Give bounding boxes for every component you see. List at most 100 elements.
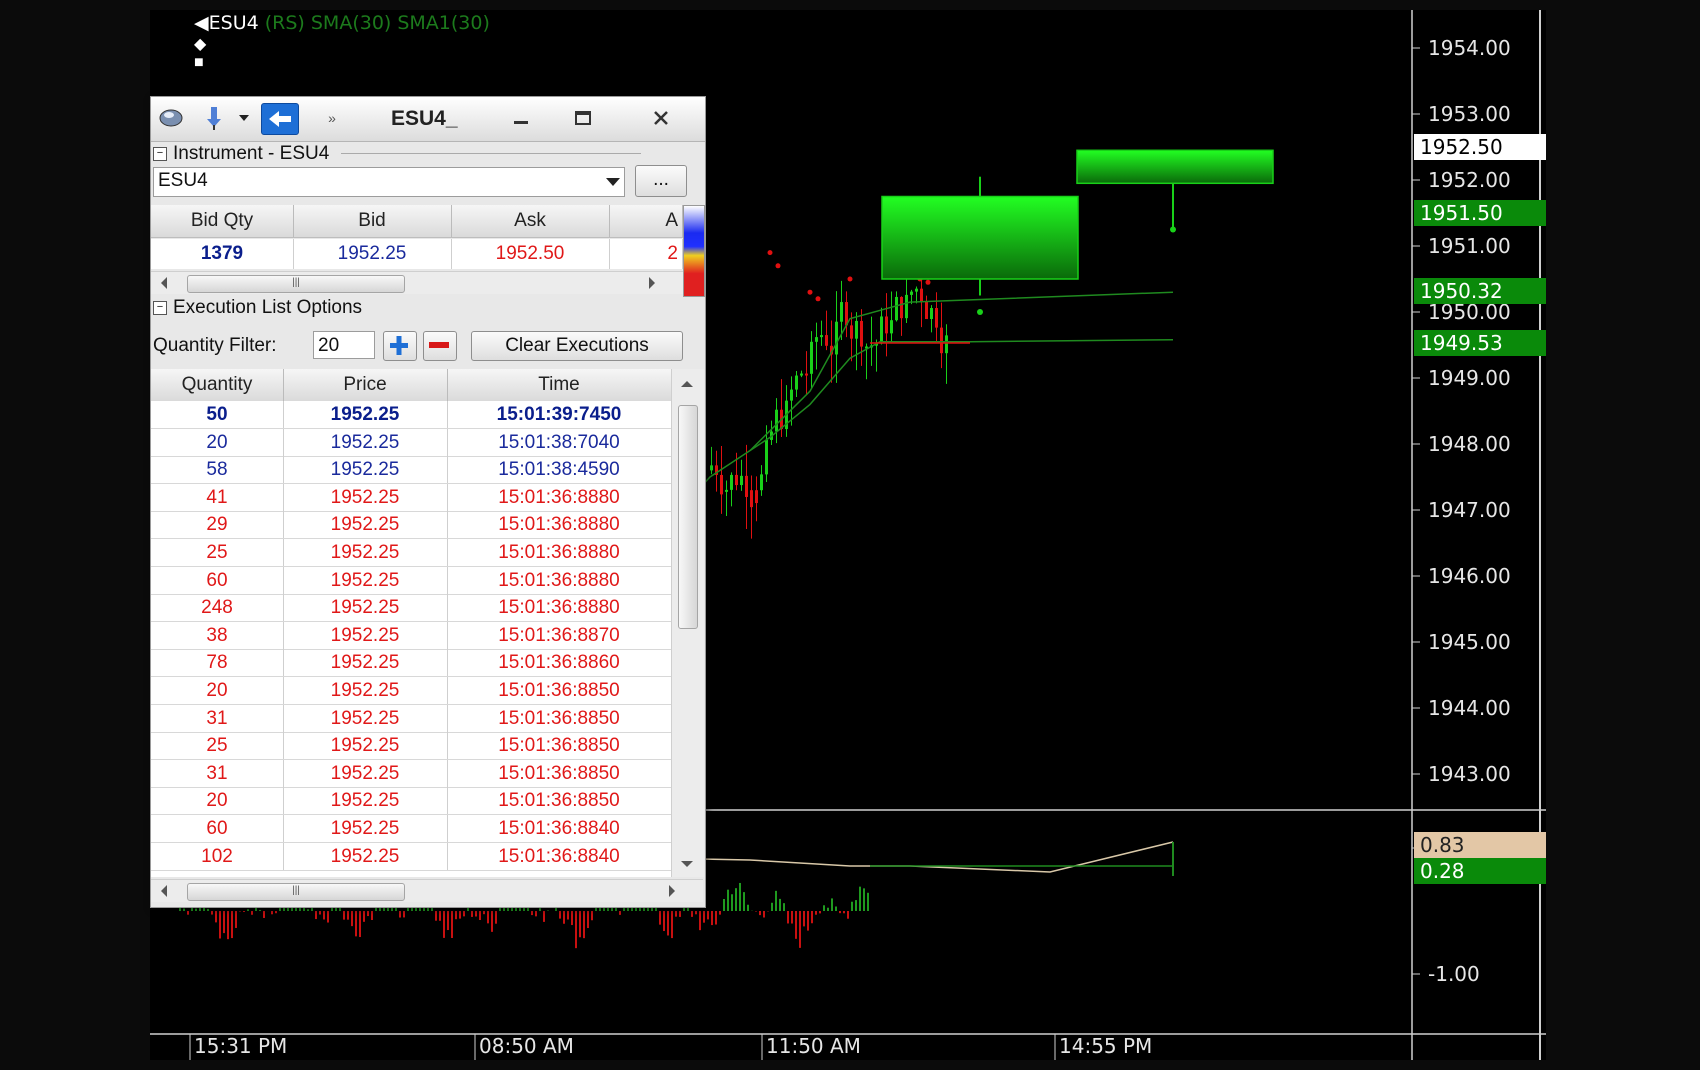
back-arrow-icon[interactable] bbox=[261, 103, 299, 135]
price-tag: 1952.50 bbox=[1414, 134, 1546, 160]
candle-body bbox=[720, 474, 723, 495]
instrument-section-header[interactable]: − Instrument - ESU4 bbox=[153, 143, 641, 165]
book-header: Bid Qty Bid Ask A bbox=[151, 205, 683, 238]
col-quantity[interactable]: Quantity bbox=[151, 369, 284, 401]
execution-time: 15:01:36:8850 bbox=[498, 762, 620, 784]
scroll-down-icon[interactable] bbox=[681, 861, 693, 867]
candle-body bbox=[930, 308, 933, 320]
execution-header: Quantity Price Time bbox=[151, 369, 671, 402]
browse-instrument-button[interactable]: ... bbox=[635, 165, 687, 197]
bid-price: 1952.25 bbox=[293, 239, 452, 269]
signal-dot bbox=[815, 296, 821, 302]
scroll-up-icon[interactable] bbox=[681, 381, 693, 387]
legend-study: (RS) SMA(30) SMA1(30) bbox=[264, 12, 490, 34]
scroll-left-icon[interactable] bbox=[161, 277, 167, 289]
execution-row[interactable]: 25 1952.25 15:01:36:8850 bbox=[151, 732, 671, 761]
signal-dot bbox=[925, 279, 931, 285]
execution-row[interactable]: 20 1952.25 15:01:38:7040 bbox=[151, 428, 671, 457]
execution-time: 15:01:38:4590 bbox=[498, 459, 620, 481]
decrease-filter-button[interactable] bbox=[423, 331, 457, 361]
candle-body bbox=[790, 389, 793, 401]
col-ask-qty[interactable]: A bbox=[609, 205, 683, 237]
execution-quantity: 102 bbox=[151, 842, 284, 870]
scroll-right-icon[interactable] bbox=[669, 885, 675, 897]
scroll-thumb[interactable]: ||| bbox=[187, 883, 405, 901]
candle-body bbox=[820, 335, 823, 338]
ask-qty: 2 bbox=[609, 239, 683, 269]
scroll-thumb[interactable] bbox=[678, 405, 698, 629]
candle-body bbox=[860, 320, 863, 347]
execution-row[interactable]: 58 1952.25 15:01:38:4590 bbox=[151, 456, 671, 485]
candle-body bbox=[1076, 149, 1274, 185]
execution-row[interactable]: 60 1952.25 15:01:36:8880 bbox=[151, 566, 671, 595]
execution-row[interactable]: 20 1952.25 15:01:36:8850 bbox=[151, 677, 671, 705]
execution-row[interactable]: 38 1952.25 15:01:36:8870 bbox=[151, 621, 671, 650]
execution-row[interactable]: 41 1952.25 15:01:36:8880 bbox=[151, 483, 671, 512]
execution-row[interactable]: 248 1952.25 15:01:36:8880 bbox=[151, 594, 671, 623]
candle-body bbox=[945, 335, 948, 354]
collapse-icon[interactable]: − bbox=[153, 300, 167, 315]
execution-row[interactable]: 102 1952.25 15:01:36:8840 bbox=[151, 842, 671, 871]
dropdown-arrow-icon[interactable] bbox=[235, 103, 253, 133]
close-icon[interactable] bbox=[645, 103, 677, 133]
execution-row[interactable]: 50 1952.25 15:01:39:7450 bbox=[151, 401, 671, 429]
candle-body bbox=[880, 316, 883, 344]
candle-body bbox=[745, 475, 748, 497]
instrument-select[interactable]: ESU4 bbox=[153, 167, 625, 197]
col-bid-qty[interactable]: Bid Qty bbox=[151, 205, 294, 237]
candle-body bbox=[935, 308, 938, 328]
time-and-sales-window[interactable]: » ESU4_ − Instrument - ESU4 ESU4 ... Bid … bbox=[150, 96, 706, 908]
time-tick-label: 11:50 AM bbox=[766, 1034, 861, 1058]
candle-body bbox=[850, 325, 853, 339]
gem-icon[interactable] bbox=[155, 103, 187, 133]
execution-row[interactable]: 20 1952.25 15:01:36:8850 bbox=[151, 787, 671, 816]
execution-row[interactable]: 29 1952.25 15:01:36:8880 bbox=[151, 511, 671, 540]
collapse-icon[interactable]: − bbox=[153, 146, 167, 161]
square-icon: ■ bbox=[194, 54, 204, 71]
book-hscroll[interactable]: ||| bbox=[151, 271, 683, 294]
execution-hscroll[interactable]: ||| bbox=[151, 879, 703, 902]
pin-icon[interactable] bbox=[199, 103, 229, 133]
minimize-icon[interactable] bbox=[505, 103, 537, 133]
clear-executions-button[interactable]: Clear Executions bbox=[471, 331, 683, 361]
col-price[interactable]: Price bbox=[283, 369, 448, 401]
ask-price: 1952.50 bbox=[451, 239, 610, 269]
price-tick-label: 1951.00 bbox=[1428, 234, 1511, 258]
candle-body bbox=[710, 465, 713, 471]
col-time[interactable]: Time bbox=[447, 369, 671, 401]
candle-body bbox=[750, 490, 753, 508]
execution-row[interactable]: 60 1952.25 15:01:36:8840 bbox=[151, 815, 671, 843]
more-icon[interactable]: » bbox=[321, 103, 343, 133]
execution-vscroll[interactable] bbox=[671, 369, 704, 877]
price-tick-label: 1945.00 bbox=[1428, 630, 1511, 654]
maximize-icon[interactable] bbox=[567, 103, 599, 133]
candle-body bbox=[900, 296, 903, 319]
execution-row[interactable]: 78 1952.25 15:01:36:8860 bbox=[151, 649, 671, 678]
execution-row[interactable]: 25 1952.25 15:01:36:8880 bbox=[151, 539, 671, 567]
execution-price: 1952.25 bbox=[283, 621, 448, 649]
execution-row[interactable]: 31 1952.25 15:01:36:8850 bbox=[151, 759, 671, 788]
execution-quantity: 31 bbox=[151, 704, 284, 732]
scroll-left-icon[interactable] bbox=[161, 885, 167, 897]
price-tick-label: 1952.00 bbox=[1428, 168, 1511, 192]
col-bid[interactable]: Bid bbox=[293, 205, 452, 237]
chevron-down-icon[interactable] bbox=[606, 178, 620, 186]
book-row[interactable]: 1379 1952.25 1952.50 2 bbox=[151, 239, 683, 269]
execution-row[interactable]: 31 1952.25 15:01:36:8850 bbox=[151, 704, 671, 733]
window-titlebar[interactable]: » ESU4_ bbox=[151, 97, 705, 142]
execution-section-header[interactable]: − Execution List Options bbox=[153, 297, 362, 319]
quantity-filter-input[interactable]: 20 bbox=[313, 331, 375, 359]
execution-price: 1952.25 bbox=[283, 649, 448, 677]
bid-qty: 1379 bbox=[151, 239, 294, 269]
increase-filter-button[interactable] bbox=[383, 331, 417, 361]
scroll-thumb[interactable]: ||| bbox=[187, 275, 405, 293]
execution-price: 1952.25 bbox=[283, 428, 448, 456]
execution-list[interactable]: 50 1952.25 15:01:39:7450 20 1952.25 15:01:38:… bbox=[151, 401, 671, 877]
execution-price: 1952.25 bbox=[283, 511, 448, 539]
price-tick-label: 1947.00 bbox=[1428, 498, 1511, 522]
col-ask[interactable]: Ask bbox=[451, 205, 610, 237]
candle-body bbox=[805, 373, 808, 376]
time-tick-label: 08:50 AM bbox=[479, 1034, 574, 1058]
scroll-right-icon[interactable] bbox=[649, 277, 655, 289]
execution-quantity: 25 bbox=[151, 539, 284, 566]
